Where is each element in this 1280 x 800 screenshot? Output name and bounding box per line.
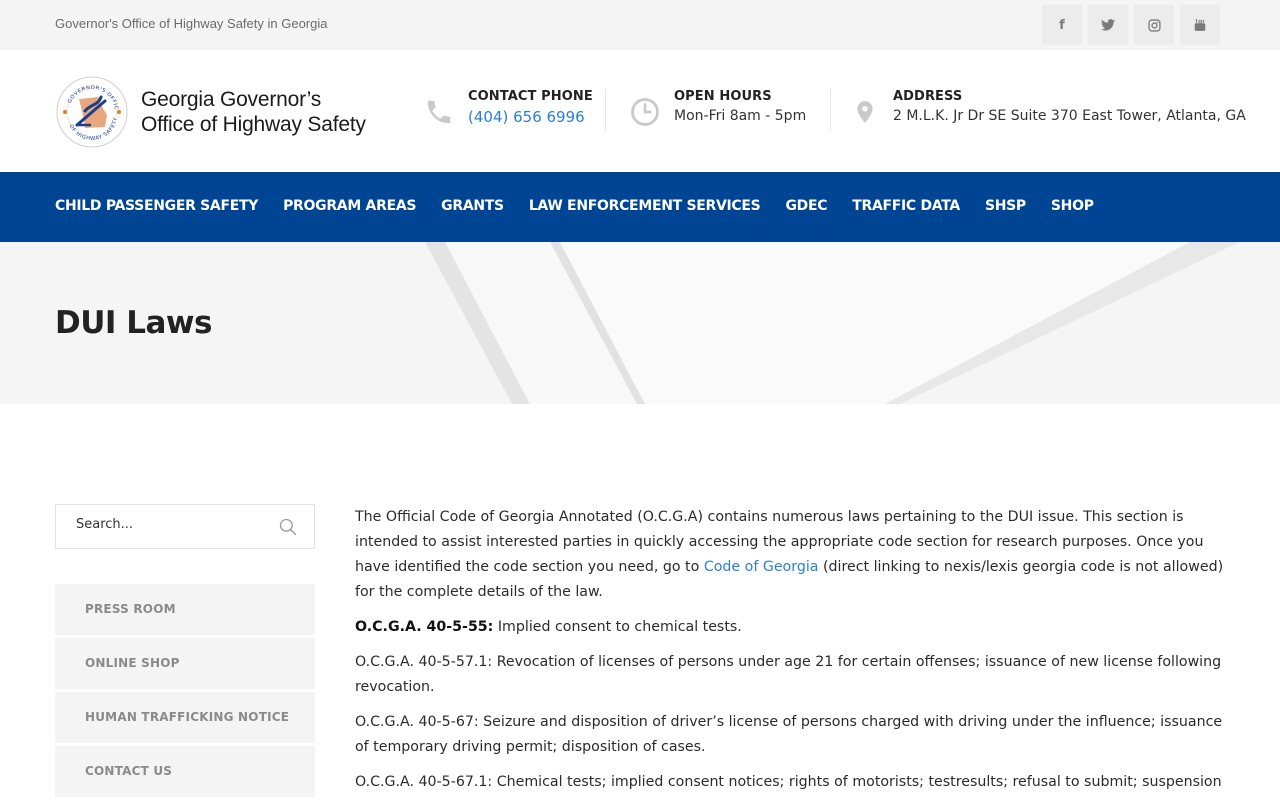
phone-icon [427, 100, 451, 124]
instagram-icon[interactable] [1134, 5, 1174, 45]
address-block: ADDRESS 2 M.L.K. Jr Dr SE Suite 370 East… [852, 89, 1246, 127]
top-bar: Governor's Office of Highway Safety in G… [0, 0, 1280, 50]
sidebar-item-press-room[interactable]: PRESS ROOM [55, 584, 315, 635]
page-title-band: DUI Laws [0, 242, 1280, 404]
nav-item-gdec[interactable]: GDEC [785, 198, 827, 214]
header-divider [830, 89, 831, 131]
site-logo[interactable]: GOVERNOR'S OFFICE OF HIGHWAY SAFETY Geor… [55, 75, 366, 149]
clock-icon [631, 98, 659, 126]
nav-item-shsp[interactable]: SHSP [985, 198, 1026, 214]
address-value: 2 M.L.K. Jr Dr SE Suite 370 East Tower, … [893, 108, 1246, 124]
address-label: ADDRESS [893, 89, 963, 104]
site-header: GOVERNOR'S OFFICE OF HIGHWAY SAFETY Geor… [0, 50, 1280, 172]
law-description: Implied consent to chemical tests. [493, 619, 742, 635]
map-pin-icon [857, 101, 873, 123]
main-navigation: CHILD PASSENGER SAFETY PROGRAM AREAS GRA… [0, 172, 1280, 242]
sidebar-menu: PRESS ROOM ONLINE SHOP HUMAN TRAFFICKING… [55, 584, 315, 800]
nav-item-child-passenger-safety[interactable]: CHILD PASSENGER SAFETY [55, 198, 258, 214]
code-of-georgia-link[interactable]: Code of Georgia [704, 559, 819, 575]
ghsa-seal-icon: GOVERNOR'S OFFICE OF HIGHWAY SAFETY [55, 75, 128, 148]
nav-item-program-areas[interactable]: PROGRAM AREAS [283, 198, 416, 214]
facebook-icon[interactable]: f [1042, 5, 1082, 45]
site-tagline: Governor's Office of Highway Safety in G… [55, 16, 328, 31]
sidebar-item-label: PRESS ROOM [85, 602, 176, 616]
logo-line-1: Georgia Governor’s [141, 88, 322, 111]
open-hours-block: OPEN HOURS Mon-Fri 8am - 5pm [630, 89, 806, 127]
twitter-icon[interactable] [1088, 5, 1128, 45]
law-item: O.C.G.A. 40-5-67: Seizure and dispositio… [355, 714, 1223, 755]
header-divider [605, 89, 606, 131]
search-input[interactable] [76, 517, 266, 532]
social-links: f [1042, 5, 1220, 45]
logo-line-2: Office of Highway Safety [141, 113, 366, 136]
contact-phone-block: CONTACT PHONE (404) 656 6996 [424, 89, 593, 127]
sidebar-item-online-shop[interactable]: ONLINE SHOP [55, 638, 315, 689]
nav-item-traffic-data[interactable]: TRAFFIC DATA [852, 198, 960, 214]
main-content: The Official Code of Georgia Annotated (… [355, 505, 1225, 800]
open-hours-label: OPEN HOURS [674, 89, 772, 104]
intro-paragraph: The Official Code of Georgia Annotated (… [355, 505, 1225, 605]
youtube-icon[interactable] [1180, 5, 1220, 45]
law-item: O.C.G.A. 40-5-57.1: Revocation of licens… [355, 654, 1222, 695]
search-icon[interactable] [278, 517, 298, 537]
search-box [55, 504, 315, 549]
nav-item-law-enforcement-services[interactable]: LAW ENFORCEMENT SERVICES [529, 198, 761, 214]
contact-phone-link[interactable]: (404) 656 6996 [468, 108, 593, 126]
law-item: O.C.G.A. 40-5-55: Implied consent to che… [355, 615, 1225, 640]
contact-phone-label: CONTACT PHONE [468, 89, 593, 104]
law-code: O.C.G.A. 40-5-55: [355, 619, 494, 635]
law-item: O.C.G.A. 40-5-67.1: Chemical tests; impl… [355, 774, 1222, 800]
nav-item-shop[interactable]: SHOP [1051, 198, 1094, 214]
logo-text: Georgia Governor’s Office of Highway Saf… [141, 87, 366, 137]
sidebar-item-label: ONLINE SHOP [85, 656, 180, 670]
page-title: DUI Laws [55, 305, 213, 341]
sidebar-item-label: CONTACT US [85, 764, 173, 778]
nav-item-grants[interactable]: GRANTS [441, 198, 504, 214]
sidebar-item-human-trafficking-notice[interactable]: HUMAN TRAFFICKING NOTICE [55, 692, 315, 743]
sidebar-item-contact-us[interactable]: CONTACT US [55, 746, 315, 797]
open-hours-value: Mon-Fri 8am - 5pm [674, 108, 807, 124]
sidebar-item-label: HUMAN TRAFFICKING NOTICE [85, 710, 290, 724]
